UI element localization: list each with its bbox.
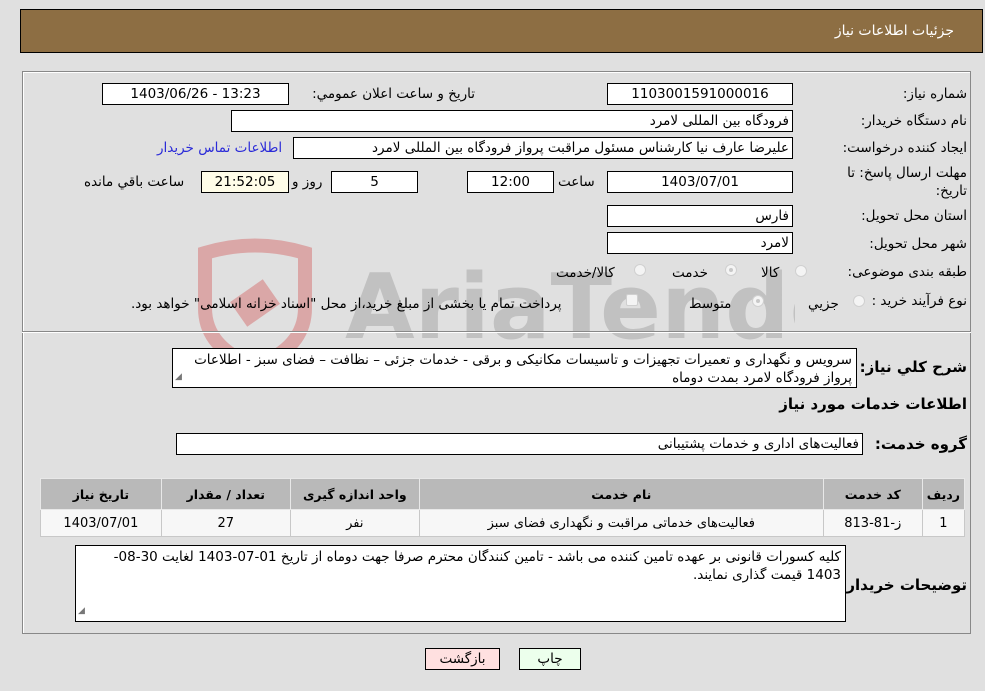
buyer-notes-label: توضيحات خريدار: [840,576,967,594]
buyer-notes-text: کلیه کسورات قانونی بر عهده تامین کننده م… [113,549,841,583]
purchase-type-radio-medium[interactable] [752,295,764,307]
treasury-checkbox[interactable] [626,294,638,306]
buyer-contact-link[interactable]: اطلاعات تماس خريدار [157,140,282,156]
category-label: طبقه بندی موضوعی: [847,264,967,280]
deadline-time-label: ساعت [558,174,595,190]
need-number-label: شماره نیاز: [902,86,967,102]
cell-service-name: فعالیت‌های خدماتی مراقبت و نگهداری فضای … [418,509,824,537]
category-option-service: خدمت [672,265,708,281]
city-field: لامرد [607,232,793,254]
category-radio-goods[interactable] [795,265,807,277]
category-option-goods-service: کالا/خدمت [556,265,615,281]
province-field: فارس [607,205,793,227]
purchase-type-radio-minor[interactable] [853,295,865,307]
page-title: جزئیات اطلاعات نیاز [834,23,954,39]
services-table: رديف كد خدمت نام خدمت واحد اندازه گيری ت… [40,478,966,537]
buyer-org-label: نام دستگاه خريدار: [860,113,967,129]
header-unit: واحد اندازه گيری [289,478,420,510]
cell-row-number: 1 [921,509,966,537]
requester-label: ايجاد كننده درخواست: [842,140,967,156]
buyer-org-field: فرودگاه بین المللی لامرد [231,110,793,132]
description-label: شرح كلي نياز: [859,358,967,376]
deadline-date-field: 1403/07/01 [607,171,793,193]
service-group-label: گروه خدمت: [874,435,967,453]
category-option-goods: کالا [761,265,780,281]
requester-field: علیرضا عارف نیا کارشناس مسئول مراقبت پرو… [293,137,793,159]
deadline-label-line2: تاريخ: [935,183,967,199]
resize-grip-icon[interactable]: ◢ [78,602,85,620]
header-row-number: رديف [921,478,966,510]
buyer-notes-textarea[interactable]: کلیه کسورات قانونی بر عهده تامین کننده م… [75,545,846,622]
city-label: شهر محل تحويل: [869,236,967,252]
description-textarea[interactable]: سرویس و نگهداری و تعمیرات تجهیزات و تاسی… [172,348,857,388]
section-divider [22,331,971,333]
cell-service-code: ز-81-813 [822,509,923,537]
header-service-name: نام خدمت [418,478,824,510]
days-label: روز و [292,174,323,190]
table-header-row: رديف كد خدمت نام خدمت واحد اندازه گيری ت… [40,478,966,510]
table-row: 1 ز-81-813 فعالیت‌های خدماتی مراقبت و نگ… [40,509,966,537]
remaining-time-label: ساعت باقي مانده [84,174,185,190]
page-header: جزئیات اطلاعات نیاز [20,9,983,53]
description-text: سرویس و نگهداری و تعمیرات تجهیزات و تاسی… [194,352,852,386]
resize-grip-icon[interactable]: ◢ [175,368,182,386]
purchase-type-option-medium: متوسط [689,296,732,312]
province-label: استان محل تحويل: [861,208,967,224]
back-button[interactable]: بازگشت [425,648,500,670]
header-need-date: تاريخ نياز [40,478,162,510]
deadline-label-line1: مهلت ارسال پاسخ: تا [847,165,967,181]
print-button[interactable]: چاپ [519,648,581,670]
header-quantity: تعداد / مقدار [160,478,291,510]
purchase-type-option-minor: جزيي [808,296,839,312]
remaining-time-field: 21:52:05 [201,171,289,193]
announce-datetime-field: 1403/06/26 - 13:23 [102,83,289,105]
treasury-note: پرداخت تمام یا بخشی از مبلغ خرید،از محل … [131,296,562,312]
remaining-days-field: 5 [331,171,418,193]
category-radio-goods-service[interactable] [634,264,646,276]
purchase-type-label: نوع فرآيند خريد : [871,293,967,309]
category-radio-service[interactable] [725,264,737,276]
cell-unit: نفر [289,509,420,537]
need-number-field: 1103001591000016 [607,83,793,105]
deadline-time-field: 12:00 [467,171,554,193]
service-group-field: فعالیت‌های اداری و خدمات پشتیبانی [176,433,863,455]
announce-datetime-label: تاریخ و ساعت اعلان عمومي: [312,86,475,102]
cell-quantity: 27 [160,509,291,537]
header-service-code: كد خدمت [822,478,923,510]
cell-need-date: 1403/07/01 [40,509,162,537]
services-heading: اطلاعات خدمات مورد نياز [779,395,967,413]
